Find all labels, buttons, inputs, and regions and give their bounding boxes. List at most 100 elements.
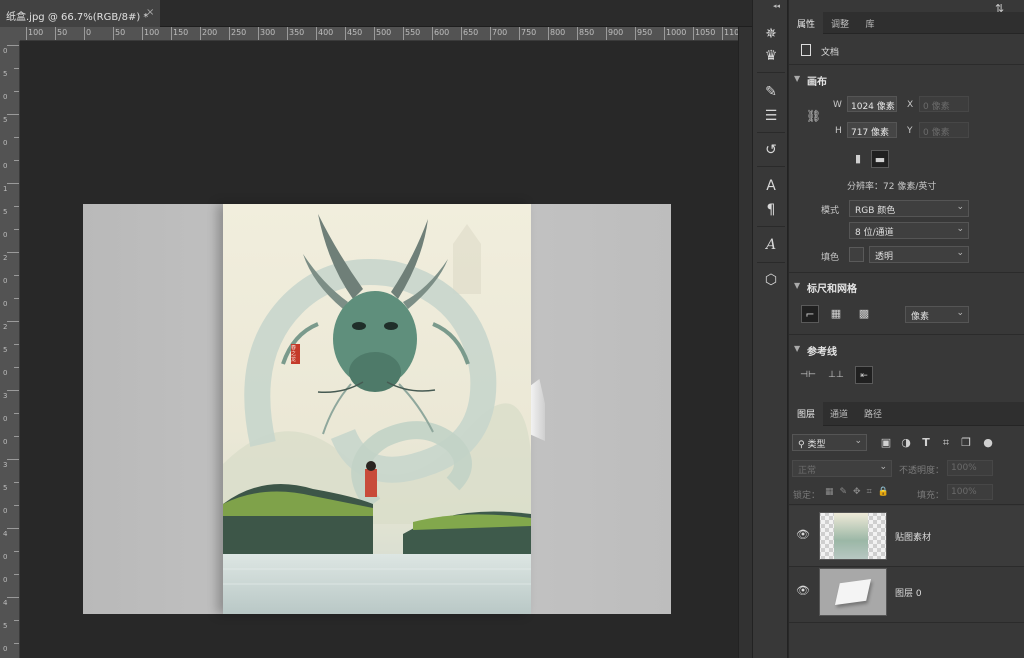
ruler-tick-label: 200 xyxy=(202,28,218,37)
y-field[interactable]: 0 像素 xyxy=(919,122,969,138)
width-field[interactable]: 1024 像素 xyxy=(847,96,897,112)
ruler-tick-label: 250 xyxy=(231,28,247,37)
panel-icon-dock: ◂◂ ✵ ♛ ✎ ☰ ↺ A ¶ A ⬡ xyxy=(752,0,788,658)
ruler-tick-label: 100 xyxy=(28,28,44,37)
ruler-unit-dropdown[interactable]: 像素 ⌄ xyxy=(905,306,969,323)
tab-adjustments[interactable]: 调整 xyxy=(823,12,857,34)
x-field[interactable]: 0 像素 xyxy=(919,96,969,112)
vertical-scrollbar[interactable] xyxy=(738,27,752,658)
ruler-tick-label: 0 xyxy=(3,300,8,308)
tab-libraries[interactable]: 库 xyxy=(857,12,883,34)
layer-row[interactable]: 👁 贴图素材 xyxy=(789,506,1024,566)
portrait-orientation-icon[interactable]: ▮ xyxy=(849,150,867,168)
ruler-tick xyxy=(55,27,56,40)
history-icon[interactable]: ↺ xyxy=(759,138,783,162)
blend-mode-dropdown[interactable]: 正常 ⌄ xyxy=(792,460,892,477)
mode-dropdown[interactable]: RGB 颜色 ⌄ xyxy=(849,200,969,217)
fill-dropdown[interactable]: 透明 ⌄ xyxy=(869,246,969,263)
ruler-tick xyxy=(693,27,694,40)
ruler-tick xyxy=(229,27,230,40)
layer-filter-dropdown[interactable]: ⚲ 类型 ⌄ xyxy=(792,434,867,451)
collapse-panels-icon[interactable]: ◂◂ xyxy=(773,2,780,10)
section-divider xyxy=(789,272,1024,273)
horizontal-guide-icon[interactable]: ⊣⊢ xyxy=(799,366,817,384)
document-tab[interactable]: 纸盒.jpg @ 66.7%(RGB/8#) * × xyxy=(0,0,160,27)
ruler-tick-label: 800 xyxy=(550,28,566,37)
dock-divider xyxy=(757,72,785,73)
paragraph-icon[interactable]: ¶ xyxy=(759,198,783,222)
ruler-tick xyxy=(345,27,346,40)
landscape-orientation-icon[interactable]: ▬ xyxy=(871,150,889,168)
guide-layout-icon[interactable]: ⇤ xyxy=(855,366,873,384)
adjustment-filter-icon[interactable]: ◑ xyxy=(897,434,915,452)
layer-row[interactable]: 👁 图层 0 xyxy=(789,562,1024,622)
blend-mode-value: 正常 xyxy=(798,466,817,476)
smart-object-filter-icon[interactable]: ❐ xyxy=(957,434,975,452)
ruler-tick xyxy=(14,505,19,506)
type-filter-icon[interactable]: T xyxy=(917,434,935,452)
ruler-tick xyxy=(14,620,19,621)
compass-icon[interactable]: ✵ xyxy=(759,22,783,46)
ruler-tick xyxy=(7,321,19,322)
adjust-sliders-icon[interactable]: ☰ xyxy=(759,104,783,128)
fill-color-swatch[interactable] xyxy=(849,247,864,262)
tab-layers[interactable]: 图层 xyxy=(789,402,823,426)
opacity-field[interactable]: 100% xyxy=(947,460,993,476)
ruler-tick xyxy=(14,160,19,161)
ruler-tick-label: 1050 xyxy=(695,28,716,37)
ruler-tick-label: 0 xyxy=(3,645,8,653)
crown-icon[interactable]: ♛ xyxy=(759,44,783,68)
horizontal-ruler: 100 50 0 50 100 150 200 250 300 350 400 450 500 550 60… xyxy=(20,27,752,41)
rulers-section-title: 标尺和网格 xyxy=(807,284,857,295)
glyphs-icon[interactable]: A xyxy=(759,233,783,257)
opacity-label: 不透明度： xyxy=(899,466,945,476)
ruler-toggle-icon[interactable]: ⌐ xyxy=(801,305,819,323)
properties-panel: 属性 调整 库 ⇅ 文档 ▼ 画布 W 1024 像素 X 0 像素 ⛓ H 7… xyxy=(789,0,1024,658)
ruler-tick xyxy=(287,27,288,40)
ruler-tick xyxy=(14,574,19,575)
layer-name[interactable]: 贴图素材 xyxy=(895,530,931,543)
ruler-tick-label: 0 xyxy=(3,139,8,147)
ruler-tick xyxy=(26,27,27,40)
shape-filter-icon[interactable]: ⌗ xyxy=(937,434,955,452)
vertical-guide-icon[interactable]: ⊥⊥ xyxy=(827,366,845,384)
ruler-tick xyxy=(142,27,143,40)
bit-depth-dropdown[interactable]: 8 位/通道 ⌄ xyxy=(849,222,969,239)
pixel-filter-icon[interactable]: ▣ xyxy=(877,434,895,452)
fill-opacity-field[interactable]: 100% xyxy=(947,484,993,500)
layer-name[interactable]: 图层 0 xyxy=(895,586,922,599)
brush-settings-icon[interactable]: ✎ xyxy=(759,80,783,104)
ruler-tick-label: 150 xyxy=(173,28,189,37)
panel-menu-icon[interactable]: ⇅ xyxy=(995,2,1004,15)
tab-properties[interactable]: 属性 xyxy=(789,12,823,34)
character-icon[interactable]: A xyxy=(759,174,783,198)
ruler-tick xyxy=(113,27,114,40)
fill-value: 透明 xyxy=(875,252,894,262)
pixel-grid-toggle-icon[interactable]: ▩ xyxy=(855,305,873,323)
box-thumbnail-art xyxy=(834,579,872,605)
mode-value: RGB 颜色 xyxy=(855,206,896,216)
bit-depth-value: 8 位/通道 xyxy=(855,228,894,238)
ruler-tick-label: 400 xyxy=(318,28,334,37)
visibility-eye-icon[interactable]: 👁 xyxy=(796,584,810,597)
close-tab-icon[interactable]: × xyxy=(146,7,154,18)
height-field[interactable]: 717 像素 xyxy=(847,122,897,138)
lock-icons[interactable]: ▦✎✥⌗🔒 xyxy=(825,487,895,497)
collapse-rulers-icon[interactable]: ▼ xyxy=(794,281,800,290)
grid-toggle-icon[interactable]: ▦ xyxy=(827,305,845,323)
tab-paths[interactable]: 路径 xyxy=(857,402,889,426)
canvas-area[interactable]: 春之龙 xyxy=(20,41,738,658)
ruler-tick xyxy=(432,27,433,40)
layer-filter-value: 类型 xyxy=(807,440,826,450)
collapse-canvas-icon[interactable]: ▼ xyxy=(794,74,800,83)
lock-label: 锁定： xyxy=(793,491,821,501)
ruler-tick xyxy=(722,27,723,40)
ruler-tick-label: 700 xyxy=(492,28,508,37)
3d-cube-icon[interactable]: ⬡ xyxy=(759,268,783,292)
visibility-eye-icon[interactable]: 👁 xyxy=(796,528,810,541)
link-dimensions-icon[interactable]: ⛓ xyxy=(806,109,821,123)
collapse-guides-icon[interactable]: ▼ xyxy=(794,344,800,353)
filter-toggle-icon[interactable]: ● xyxy=(979,434,997,452)
dragon-poster: 春之龙 xyxy=(223,204,531,614)
tab-channels[interactable]: 通道 xyxy=(823,402,855,426)
